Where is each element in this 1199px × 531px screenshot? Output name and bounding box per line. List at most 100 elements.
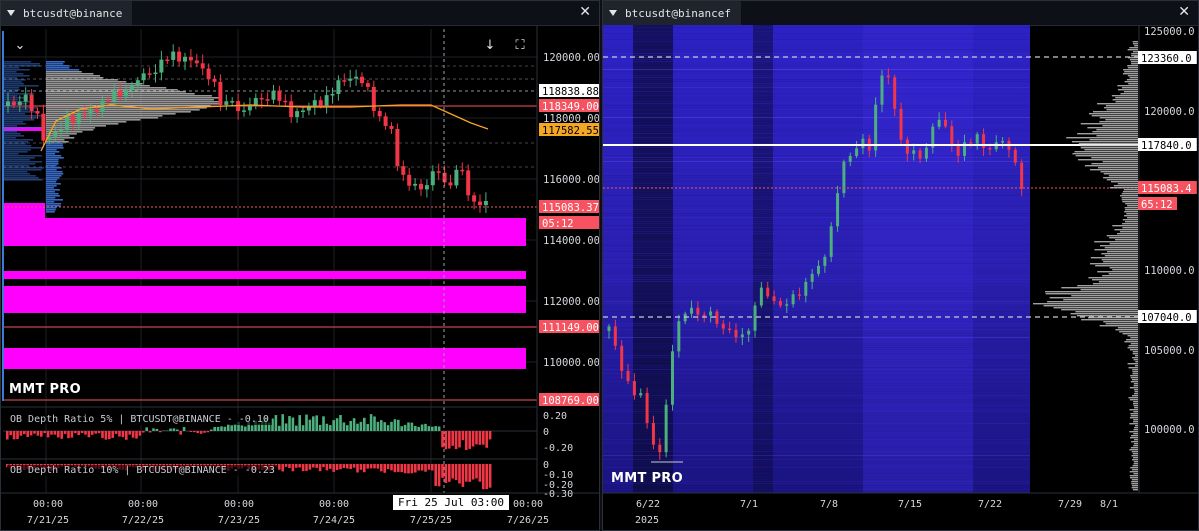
heatmap-stripe — [603, 87, 1030, 88]
time-axis-date: 7/29 — [1057, 499, 1083, 510]
heatmap-stripe — [603, 307, 1030, 308]
profile-bar — [3, 167, 45, 169]
profile-bar — [1092, 283, 1138, 285]
indicator-bar — [380, 464, 383, 472]
heatmap-stripe — [603, 293, 1030, 294]
profile-bar — [46, 183, 61, 185]
heatmap-stripe — [603, 373, 1030, 374]
indicator-bar — [240, 425, 244, 431]
indicator-bar — [414, 464, 417, 473]
liquidity-band — [3, 348, 526, 369]
liquidity-band — [3, 218, 526, 246]
candle-body — [295, 111, 300, 118]
heatmap-stripe — [603, 275, 1030, 276]
indicator-bar — [488, 431, 492, 440]
candle-body — [436, 171, 441, 173]
profile-bar — [1131, 483, 1138, 485]
heatmap-stripe — [603, 173, 1030, 174]
liquidity-band — [3, 203, 45, 218]
profile-bar — [46, 83, 143, 85]
heatmap-stripe — [603, 385, 1030, 386]
profile-bar — [1127, 67, 1138, 69]
chevron-down-icon[interactable]: ⌄ — [9, 34, 31, 56]
profile-bar — [1128, 367, 1138, 369]
profile-bar — [46, 171, 63, 173]
candle-body — [35, 111, 40, 114]
heatmap-stripe — [603, 345, 1030, 346]
left-price-chart[interactable]: 120000.00118000.00116000.00114000.001120… — [1, 1, 600, 531]
profile-bar — [1133, 393, 1138, 395]
heatmap-stripe — [603, 89, 1030, 90]
indicator-bar — [77, 431, 80, 436]
heatmap-stripe — [603, 455, 1030, 456]
profile-bar — [3, 81, 22, 83]
candle-body — [740, 334, 744, 338]
profile-bar — [1129, 417, 1138, 419]
heatmap-stripe — [603, 193, 1030, 194]
profile-bar — [1111, 95, 1138, 97]
indicator-axis-label: -0.30 — [543, 489, 573, 500]
candle-body — [242, 110, 246, 112]
time-axis-date: 7/23/25 — [217, 515, 261, 526]
fullscreen-icon[interactable]: ⛶ — [509, 34, 531, 56]
indicator-bar — [329, 425, 332, 431]
indicator-bar — [108, 431, 111, 440]
heatmap-stripe — [603, 83, 1030, 84]
profile-bar — [46, 187, 55, 189]
profile-bar — [46, 123, 119, 125]
candle-body — [41, 113, 46, 141]
indicator-bar — [179, 431, 182, 435]
profile-bar — [1113, 185, 1138, 187]
profile-bar — [1122, 333, 1138, 335]
arrow-down-icon[interactable]: ↓ — [479, 34, 501, 56]
heatmap-stripe — [603, 33, 1030, 34]
indicator-bar — [373, 464, 376, 469]
indicator-bar — [210, 429, 213, 431]
time-axis-date: 7/25/25 — [409, 515, 453, 526]
indicator-bar — [482, 431, 485, 445]
heatmap-stripe — [603, 355, 1030, 356]
heatmap-stripe — [603, 249, 1030, 250]
candle-body — [124, 89, 128, 97]
profile-bar — [1045, 293, 1138, 295]
heatmap-stripe — [603, 157, 1030, 158]
time-axis-date: 8/1 — [1099, 499, 1119, 510]
indicator-bar — [397, 464, 400, 472]
profile-bar — [46, 159, 59, 161]
candle-body — [194, 60, 199, 64]
indicator-bar — [199, 431, 203, 434]
profile-bar — [1090, 257, 1138, 259]
indicator-bar — [288, 464, 291, 469]
indicator-bar — [393, 464, 397, 473]
candle-body — [766, 287, 770, 297]
heatmap-stripe — [603, 299, 1030, 300]
indicator-bar — [451, 431, 454, 446]
heatmap-stripe — [603, 365, 1030, 366]
profile-bar — [1091, 115, 1138, 117]
heatmap-stripe — [603, 399, 1030, 400]
profile-bar — [1129, 77, 1138, 79]
heatmap-stripe — [603, 233, 1030, 234]
candle-body — [29, 94, 34, 112]
indicator-bar — [121, 431, 125, 438]
time-axis-date: 7/15 — [897, 499, 923, 510]
indicator-bar — [427, 426, 431, 431]
indicator-bar — [451, 464, 454, 479]
candle-body — [810, 273, 814, 282]
profile-bar — [1127, 217, 1138, 219]
profile-bar — [46, 173, 64, 175]
heatmap-stripe — [603, 159, 1030, 160]
profile-bar — [1112, 269, 1138, 271]
candle-body — [407, 174, 412, 186]
indicator-bar — [50, 431, 53, 435]
candle-body — [129, 85, 134, 90]
heatmap-stripe — [603, 131, 1030, 132]
candle-body — [988, 147, 992, 150]
candle-body — [702, 314, 706, 317]
candle-body — [183, 56, 187, 62]
right-heatmap-chart[interactable]: 125000.0 120000.0 110000.0 105000.0 100000.0… — [603, 1, 1199, 531]
profile-bar — [1133, 389, 1138, 391]
profile-bar — [1129, 349, 1138, 351]
price-axis-label: 114000.00 — [543, 235, 600, 247]
indicator-bar — [196, 431, 199, 434]
